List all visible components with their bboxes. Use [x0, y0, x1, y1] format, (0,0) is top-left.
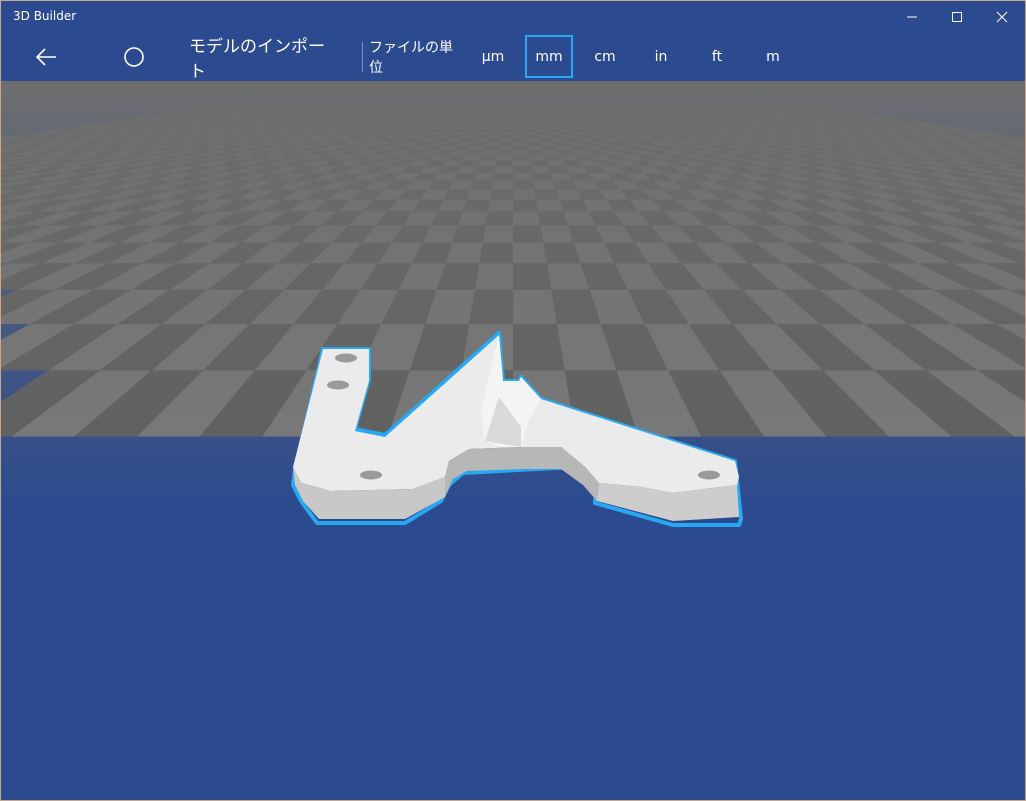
back-button[interactable]	[21, 32, 71, 81]
mount-hole	[335, 353, 357, 363]
title-bar[interactable]: 3D Builder	[1, 1, 1025, 32]
scene-svg[interactable]	[1, 81, 1025, 800]
import-toolbar: モデルのインポート ファイルの単位 μm mm cm in ft m	[1, 32, 1025, 82]
maximize-icon	[952, 11, 962, 22]
toolbar-divider	[362, 42, 363, 72]
minimize-icon	[907, 16, 917, 17]
arrow-left-icon	[35, 47, 56, 66]
unit-button-2[interactable]: cm	[581, 35, 629, 78]
unit-button-4[interactable]: ft	[693, 35, 741, 78]
3d-viewport[interactable]	[1, 81, 1025, 800]
file-units-label: ファイルの単位	[369, 39, 453, 76]
import-model-label: モデルのインポート	[189, 36, 325, 82]
unit-button-3[interactable]: in	[637, 35, 685, 78]
maximize-button[interactable]	[934, 1, 980, 32]
mount-hole	[327, 380, 349, 390]
unit-button-1[interactable]: mm	[525, 35, 573, 78]
circle-icon	[124, 46, 144, 67]
mount-hole	[360, 470, 382, 480]
unit-button-5[interactable]: m	[749, 35, 797, 78]
minimize-button[interactable]	[889, 1, 935, 32]
import-confirm-button[interactable]	[111, 32, 157, 81]
app-window: 3D Builder モデルのインポート ファイルの単位 μm mm cm in…	[0, 0, 1026, 801]
close-icon	[996, 11, 1008, 22]
window-title: 3D Builder	[13, 9, 77, 23]
unit-button-0[interactable]: μm	[469, 35, 517, 78]
close-button[interactable]	[979, 1, 1025, 32]
mount-hole	[698, 470, 720, 480]
